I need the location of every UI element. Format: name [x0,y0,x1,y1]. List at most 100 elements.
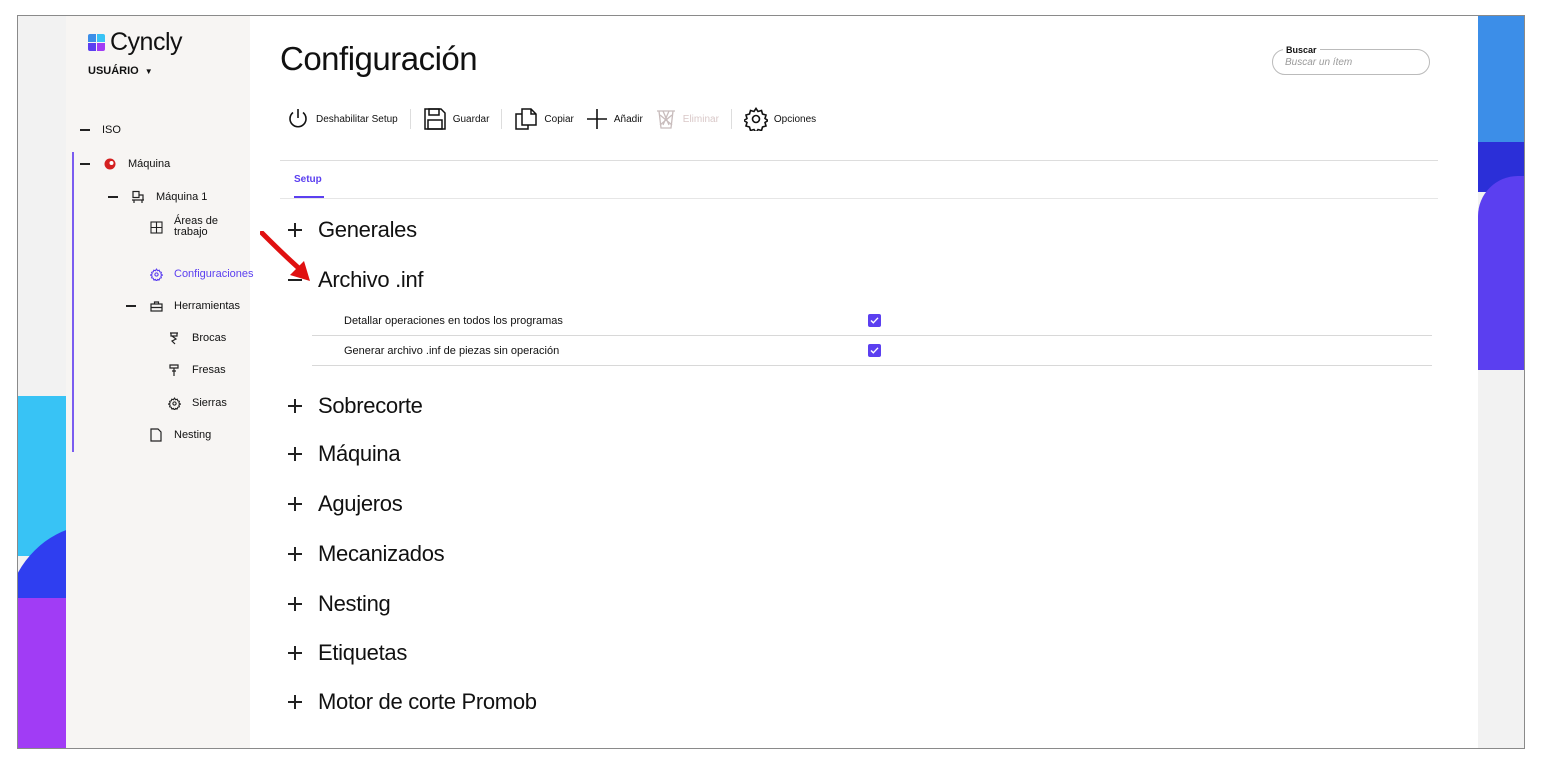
option-row: Detallar operaciones en todos los progra… [312,306,1432,336]
section-title: Archivo .inf [318,267,424,292]
sidebar: Cyncly USUÁRIO ▼ ISO Máquina Máquina 1 Á… [66,16,254,748]
section-sobrecorte[interactable]: Sobrecorte [288,393,423,419]
copy-icon [515,108,538,130]
section-title: Máquina [318,441,401,466]
section-title: Nesting [318,591,391,616]
delete-label: Eliminar [682,113,719,125]
toolbox-icon [148,298,164,314]
tabs-divider-line [280,198,1438,199]
toolbar-divider [501,109,503,129]
search-input[interactable] [1285,57,1415,68]
grid-icon [148,219,164,235]
tab-setup[interactable]: Setup [294,174,322,185]
toolbar: Deshabilitar Setup Guardar Copiar Añadir… [286,104,828,134]
copy-button[interactable]: Copiar [514,107,585,131]
section-title: Sobrecorte [318,393,423,418]
copy-label: Copiar [544,113,574,125]
sidebar-item-label: Configuraciones [174,268,254,280]
settings-gear-icon [743,107,768,131]
machine-icon [130,189,146,205]
add-label: Añadir [613,113,643,125]
sidebar-item-label: Máquina [128,158,171,170]
option-row: Generar archivo .inf de piezas sin opera… [312,336,1432,366]
section-title: Etiquetas [318,640,408,665]
app-window: Cyncly USUÁRIO ▼ ISO Máquina Máquina 1 Á… [17,15,1525,749]
sidebar-item-label: Brocas [192,332,227,344]
cyncly-logo-icon [88,33,106,52]
disable-setup-button[interactable]: Deshabilitar Setup [286,107,410,131]
caret-down-icon: ▼ [144,66,153,76]
decorative-background-right [1478,16,1524,748]
save-label: Guardar [452,113,490,125]
sidebar-item-label: ISO [102,124,121,136]
save-icon [423,108,446,130]
sidebar-item-maquina[interactable]: Máquina [80,156,170,172]
user-menu[interactable]: USUÁRIO ▼ [88,65,153,77]
sidebar-item-nesting[interactable]: Nesting [148,427,211,443]
expand-icon [288,547,302,561]
collapse-icon[interactable] [126,305,136,307]
section-agujeros[interactable]: Agujeros [288,491,403,517]
checkmark-icon [870,347,879,354]
collapse-icon[interactable] [80,129,90,131]
page-title: Configuración [280,40,478,77]
expand-icon [288,497,302,511]
section-etiquetas[interactable]: Etiquetas [288,640,407,666]
section-mecanizados[interactable]: Mecanizados [288,541,445,567]
sidebar-item-configuraciones[interactable]: Configuraciones [148,266,254,282]
sidebar-item-areas-de-trabajo[interactable]: Áreas de trabajo [148,216,232,238]
expand-icon [288,695,302,709]
expand-icon [288,646,302,660]
expand-icon [288,447,302,461]
option-label: Generar archivo .inf de piezas sin opera… [344,344,560,357]
brand-name: Cyncly [110,28,183,56]
add-button[interactable]: Añadir [586,108,655,130]
sidebar-item-herramientas[interactable]: Herramientas [126,298,240,314]
delete-button[interactable]: Eliminar [655,108,731,130]
sidebar-item-brocas[interactable]: Brocas [166,330,226,346]
disable-setup-label: Deshabilitar Setup [316,113,398,125]
search-label: Buscar [1283,45,1320,55]
option-label: Detallar operaciones en todos los progra… [344,314,563,327]
power-icon [289,109,307,128]
section-title: Motor de corte Promob [318,689,537,714]
save-button[interactable]: Guardar [423,107,502,131]
gear-icon [148,266,164,282]
main-content: Configuración Buscar Deshabilitar Setup … [280,16,1458,748]
sidebar-item-sierras[interactable]: Sierras [166,395,227,411]
user-label: USUÁRIO [88,65,139,77]
decorative-background-left [18,16,66,748]
section-motor-de-corte-promob[interactable]: Motor de corte Promob [288,689,537,715]
collapse-icon[interactable] [108,196,118,198]
expand-icon [288,399,302,413]
toolbar-divider-line [280,160,1438,161]
sidebar-item-fresas[interactable]: Fresas [166,362,226,378]
tree-guide-line [72,152,74,452]
expand-icon [288,597,302,611]
sidebar-item-label: Áreas de trabajo [174,215,219,238]
section-title: Generales [318,217,417,242]
mill-icon [166,362,182,378]
saw-icon [166,395,182,411]
section-nesting[interactable]: Nesting [288,591,391,617]
annotation-arrow-icon [260,231,310,281]
options-label: Opciones [773,113,817,125]
machine-red-icon [102,156,118,172]
checkmark-icon [870,317,879,324]
sidebar-item-label: Herramientas [174,300,241,312]
trash-icon [656,110,675,129]
document-icon [148,427,164,443]
sidebar-item-iso[interactable]: ISO [80,124,121,136]
collapse-icon[interactable] [80,163,90,165]
section-maquina[interactable]: Máquina [288,441,401,467]
sidebar-item-label: Fresas [192,364,226,376]
sidebar-item-maquina-1[interactable]: Máquina 1 [108,189,207,205]
drill-icon [166,330,182,346]
option-checkbox[interactable] [868,314,881,327]
options-button[interactable]: Opciones [743,107,828,131]
sidebar-item-label: Nesting [174,429,212,441]
toolbar-divider [409,109,411,129]
option-checkbox[interactable] [868,344,881,357]
search-box[interactable]: Buscar [1272,45,1430,75]
brand-logo[interactable]: Cyncly [88,28,183,57]
